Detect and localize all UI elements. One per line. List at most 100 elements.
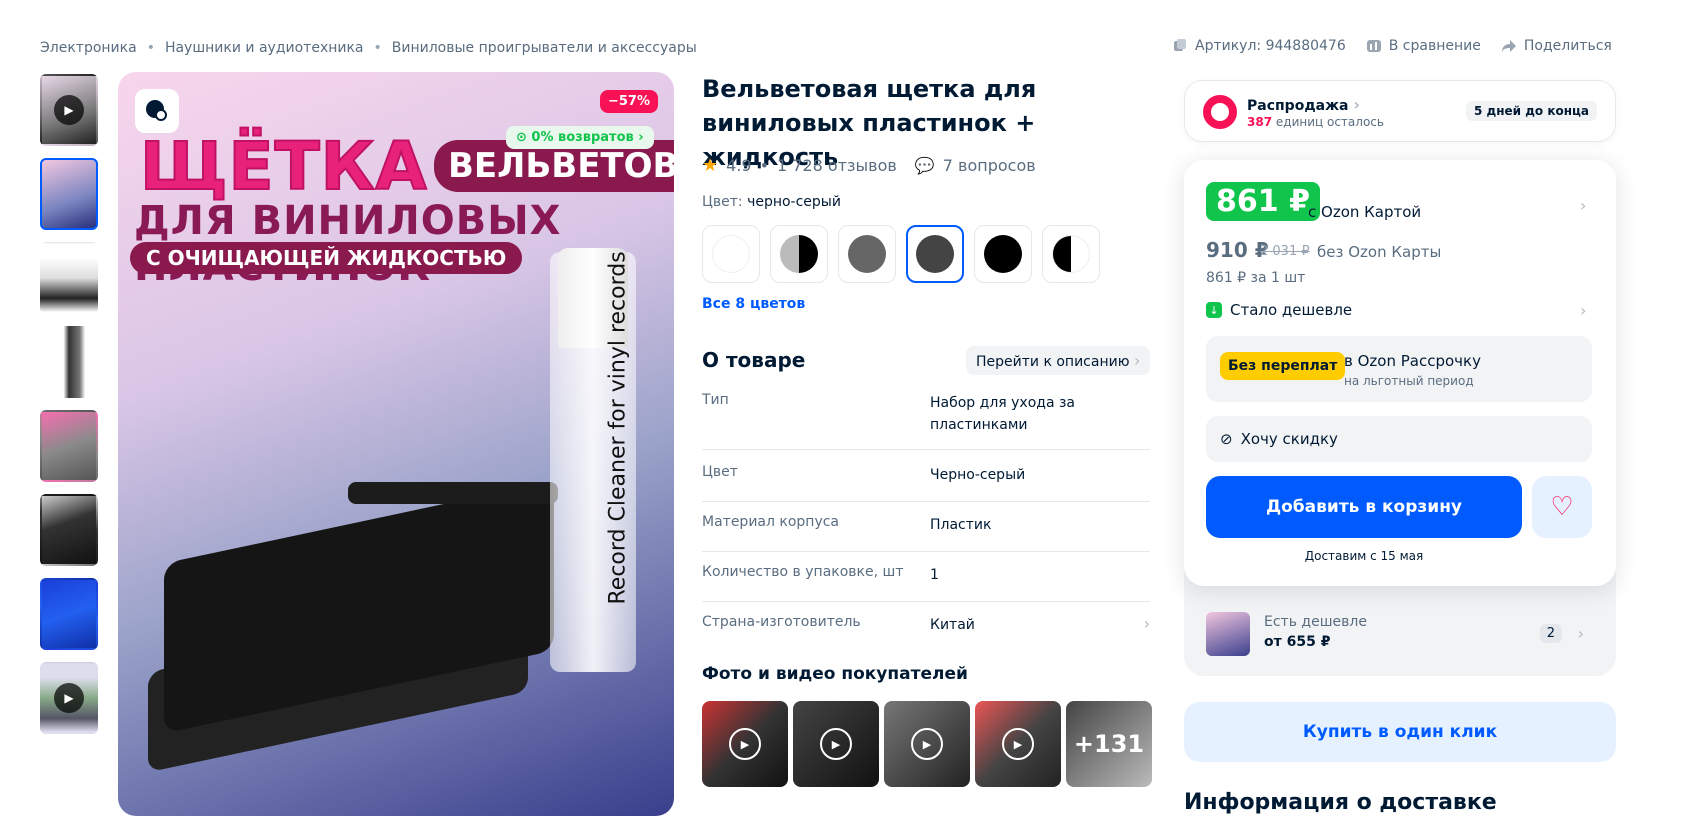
want-discount-button[interactable]: ⊘ Хочу скидку [1206,416,1592,462]
color-value: черно-серый [747,194,841,210]
price-drop-row[interactable]: ↓ Стало дешевле [1206,301,1352,319]
chevron-right-icon: › [1143,614,1150,633]
prop-value: 1 [930,567,939,583]
rating-value: 4.9 [726,156,752,175]
prop-key: Цвет [702,464,738,480]
prop-row-country[interactable]: Страна-изготовитель Китай › [702,614,1150,644]
play-icon: ▶ [911,728,943,760]
hero-headline: ЩЁТКА [139,127,428,206]
swatch-grey-black[interactable] [770,225,828,283]
customer-video[interactable]: ▶ [884,701,970,787]
swatch-black-white[interactable] [1042,225,1100,283]
swatch-white[interactable] [702,225,760,283]
share-label: Поделиться [1523,38,1612,54]
chevron-right-icon[interactable]: › [1580,301,1586,320]
installment-tag: Без переплат [1220,352,1346,380]
arrow-down-icon: ↓ [1206,302,1222,318]
delivery-info-title: Информация о доставке [1184,790,1497,815]
play-icon: ▶ [729,728,761,760]
breadcrumb-item[interactable]: Наушники и аудиотехника [165,40,364,56]
add-to-cart-button[interactable]: Добавить в корзину [1206,476,1522,538]
gallery-thumbnails: ▶ ▶ [40,74,104,746]
questions-link[interactable]: 7 вопросов [943,156,1036,175]
goto-description-button[interactable]: Перейти к описанию › [966,346,1151,375]
thumbnail-video[interactable]: ▶ [40,662,98,734]
sale-banner[interactable]: Распродажа › 387 единиц осталось 5 дней … [1184,80,1616,142]
customer-video[interactable]: ▶ [975,701,1061,787]
chevron-right-icon: › [1133,351,1141,370]
customer-photos-title: Фото и видео покупателей [702,664,968,684]
prop-row: Количество в упаковке, шт 1 [702,564,1150,602]
thumbnail-video[interactable]: ▶ [40,74,98,146]
price-original: 2 031 ₽ [1260,244,1310,259]
delivery-date: Доставим с 15 мая [1304,549,1424,563]
returns-label: 0% возвратов [531,130,634,145]
favorite-button[interactable]: ♡ [1532,476,1592,538]
prop-key: Материал корпуса [702,514,840,530]
compare-icon [1366,40,1381,52]
cheaper-offer-label: Есть дешевле [1264,614,1367,630]
prop-row: Цвет Черно-серый [702,464,1150,502]
sale-days-badge: 5 дней до конца [1465,101,1597,121]
price-drop-label: Стало дешевле [1230,301,1353,319]
breadcrumb-item[interactable]: Виниловые проигрыватели и аксессуары [392,40,697,56]
chevron-right-icon[interactable]: › [1580,196,1586,215]
prop-key: Количество в упаковке, шт [702,564,904,580]
installment-subtitle: на льготный период [1344,374,1474,388]
customer-photos: ▶ ▶ ▶ ▶ +131 [702,701,1152,787]
product-main-image[interactable]: Record Cleaner for vinyl records ЩЁТКА В… [118,72,674,816]
image-search-icon[interactable] [135,89,179,133]
sale-left-count: 387 [1247,115,1273,129]
reviews-link[interactable]: 1 728 отзывов [777,156,897,175]
brush-handle [348,482,558,504]
customer-video[interactable]: ▶ [702,701,788,787]
cheaper-offer-price: от 655 ₽ [1264,634,1331,650]
installment-block[interactable]: Без переплат в Ozon Рассрочку на льготны… [1206,336,1592,402]
prop-value: Китай [930,617,975,633]
rating-row: ★ 4.9 • 1 728 отзывов 💬 7 вопросов [702,155,1036,176]
thumbnail-image[interactable] [40,410,98,482]
compare-button[interactable]: В сравнение [1366,38,1481,54]
prop-key: Тип [702,392,729,408]
breadcrumb-separator: • [146,40,155,56]
swatch-grey[interactable] [838,225,896,283]
swatch-black[interactable] [974,225,1032,283]
customer-video[interactable]: ▶ [793,701,879,787]
hero-tagline: С ОЧИЩАЮЩЕЙ ЖИДКОСТЬЮ [130,242,523,274]
thumbnail-image[interactable] [40,242,98,314]
prop-row: Материал корпуса Пластик [702,514,1150,552]
all-colors-link[interactable]: Все 8 цветов [702,296,805,312]
sale-left-text: единиц осталось [1275,115,1384,129]
swatch-black-grey[interactable] [906,225,964,283]
cheaper-offer-row[interactable]: Есть дешевле от 655 ₽ 2 › [1206,610,1592,660]
cheaper-offer-image [1206,612,1250,656]
thumbnail-image[interactable] [40,326,98,398]
article-label: Артикул: 944880476 [1195,38,1346,54]
prop-row: Тип Набор для ухода за пластинками [702,392,1150,450]
play-icon: ▶ [54,683,84,713]
breadcrumb-separator: • [373,40,382,56]
more-photos-button[interactable]: +131 [1066,701,1152,787]
play-icon: ▶ [1002,728,1034,760]
breadcrumb: Электроника • Наушники и аудиотехника • … [40,40,697,56]
more-photos-count: +131 [1073,730,1145,758]
question-icon: 💬 [914,156,935,175]
chevron-right-icon: › [1353,95,1360,114]
color-swatches [702,225,1100,283]
article-button[interactable]: Артикул: 944880476 [1172,38,1346,54]
about-title: О товаре [702,348,806,372]
installment-title: в Ozon Рассрочку [1344,352,1481,370]
prop-value: Черно-серый [930,467,1026,483]
discount-badge: −57% [599,90,658,113]
share-button[interactable]: Поделиться [1501,38,1612,54]
sale-title: Распродажа [1247,98,1349,114]
thumbnail-image[interactable] [40,578,98,650]
thumbnail-image[interactable] [40,494,98,566]
breadcrumb-item[interactable]: Электроника [40,40,137,56]
header-actions: Артикул: 944880476 В сравнение Поделитьс… [1172,38,1612,54]
buy-one-click-button[interactable]: Купить в один клик [1184,702,1616,762]
thumbnail-image[interactable] [40,158,98,230]
returns-badge[interactable]: ⊙ 0% возвратов › [506,126,654,149]
price-with-card-label[interactable]: с Ozon Картой [1308,203,1421,221]
discount-tag-icon: ⊘ [1220,430,1233,448]
